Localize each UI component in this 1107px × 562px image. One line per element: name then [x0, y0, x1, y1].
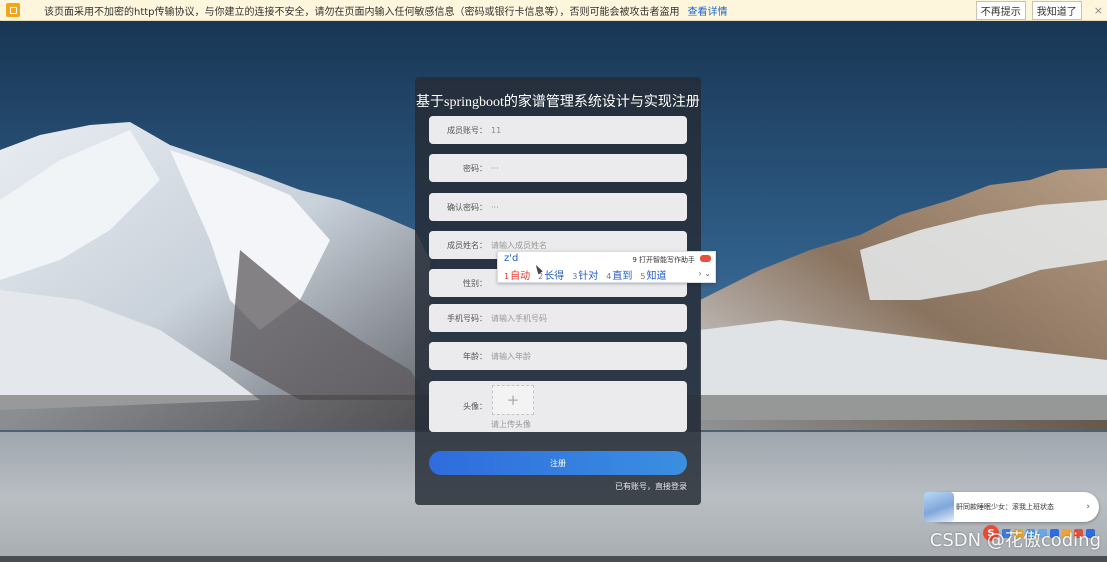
warning-icon	[6, 3, 20, 17]
member-account-field[interactable]: 成员账号： 11	[429, 116, 687, 144]
insecure-connection-banner: 该页面采用不加密的http传输协议，与你建立的连接不安全，请勿在页面内输入任何敏…	[0, 0, 1107, 21]
ime-candidate[interactable]: 5知道	[640, 267, 666, 282]
field-placeholder: 请输入年龄	[491, 351, 531, 361]
avatar	[924, 492, 954, 522]
writing-assistant-option[interactable]: 9 打开智能写作助手	[632, 255, 695, 265]
field-label: 年龄：	[463, 351, 487, 361]
ime-composition: z'd	[504, 253, 519, 264]
field-label: 性别：	[463, 278, 487, 288]
csdn-watermark: CSDN @花傲coding	[929, 530, 1101, 551]
close-icon[interactable]: ×	[1094, 4, 1103, 17]
field-placeholder: 请输入手机号码	[491, 313, 547, 323]
field-label: 成员姓名：	[447, 240, 487, 250]
ime-candidate[interactable]: 1自动	[504, 267, 530, 282]
ime-candidate[interactable]: 4直到	[606, 267, 632, 282]
field-value: ···	[491, 202, 499, 212]
assistant-icon	[700, 255, 711, 262]
field-value: 11	[491, 125, 502, 135]
password-field[interactable]: 密码： ···	[429, 154, 687, 182]
notification-bubble[interactable]: 鼾同款睡眠少女：滚我上班状态 ›	[924, 492, 1099, 522]
register-panel: 基于springboot的家谱管理系统设计与实现注册 成员账号： 11 密码： …	[415, 77, 701, 505]
field-placeholder: 请输入成员姓名	[491, 240, 547, 250]
got-it-button[interactable]: 我知道了	[1031, 0, 1082, 20]
field-label: 确认密码：	[447, 202, 487, 212]
register-button[interactable]: 注册	[429, 451, 687, 475]
view-details-link[interactable]: 查看详情	[688, 3, 728, 18]
field-label: 手机号码：	[447, 313, 487, 323]
ime-candidate[interactable]: 3针对	[572, 267, 598, 282]
dont-remind-button[interactable]: 不再提示	[975, 0, 1026, 20]
avatar-field: 头像： + 请上传头像	[429, 381, 687, 432]
phone-field[interactable]: 手机号码： 请输入手机号码	[429, 304, 687, 332]
field-value: ···	[491, 163, 499, 173]
ime-candidate-popup: z'd 9 打开智能写作助手 1自动 2长得 3针对 4直到 5知道 › ⌄	[497, 251, 716, 283]
login-link[interactable]: 已有账号，直接登录	[615, 481, 687, 492]
age-field[interactable]: 年龄： 请输入年龄	[429, 342, 687, 370]
plus-icon: +	[506, 391, 520, 409]
notification-text: 鼾同款睡眠少女：滚我上班状态	[956, 503, 1054, 511]
field-label: 头像：	[463, 402, 487, 411]
chevron-right-icon[interactable]: ›	[1086, 502, 1090, 512]
upload-hint: 请上传头像	[491, 420, 531, 429]
confirm-password-field[interactable]: 确认密码： ···	[429, 193, 687, 221]
field-label: 密码：	[463, 163, 487, 173]
ime-candidates: 1自动 2长得 3针对 4直到 5知道	[504, 267, 666, 282]
avatar-upload-button[interactable]: +	[492, 385, 534, 415]
banner-message: 该页面采用不加密的http传输协议，与你建立的连接不安全，请勿在页面内输入任何敏…	[44, 6, 680, 18]
field-label: 成员账号：	[447, 125, 487, 135]
ime-pager[interactable]: › ⌄	[699, 269, 711, 278]
page-title: 基于springboot的家谱管理系统设计与实现注册	[416, 95, 700, 110]
